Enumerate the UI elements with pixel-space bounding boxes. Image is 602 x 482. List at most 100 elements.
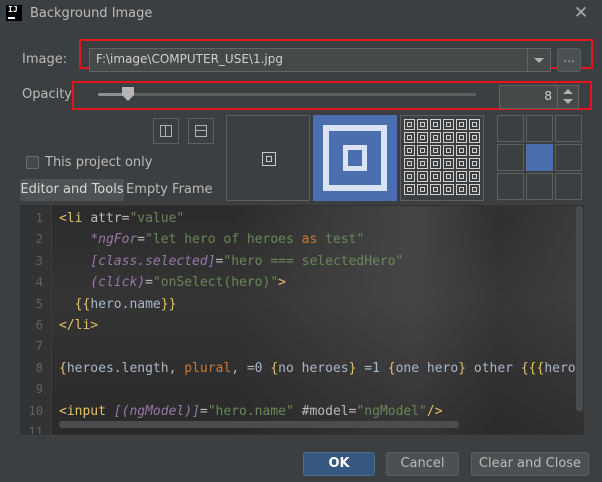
clear-and-close-button[interactable]: Clear and Close	[471, 452, 589, 476]
code-line: 6 </li>	[21, 315, 583, 336]
line-number: 1	[35, 211, 43, 225]
tile-cell	[469, 158, 480, 169]
horizontal-scrollbar[interactable]	[59, 421, 459, 428]
flip-horizontal-button[interactable]	[153, 118, 179, 144]
code-preview: 1 <li attr="value" 2 *ngFor="let hero of h…	[20, 205, 584, 435]
line-number: 8	[35, 360, 43, 375]
tile-cell	[456, 145, 467, 156]
anchor-cell[interactable]	[497, 144, 524, 171]
tab-empty-frame[interactable]: Empty Frame	[126, 182, 213, 197]
this-project-only-label[interactable]: This project only	[45, 155, 152, 170]
code-line: 3 [class.selected]="hero === selectedHer…	[21, 251, 583, 272]
anchor-cell[interactable]	[497, 115, 524, 142]
image-label: Image:	[22, 52, 68, 67]
code-line: 5 {{hero.name}}	[21, 294, 583, 315]
tile-cell	[404, 132, 415, 143]
tile-cell	[430, 171, 441, 182]
code-line: 8 {heroes.length, plural, =0 {no heroes} …	[21, 358, 583, 379]
vertical-scrollbar[interactable]	[576, 206, 583, 411]
center-image-icon	[262, 152, 276, 166]
tile-cell	[430, 132, 441, 143]
tile-cell	[456, 158, 467, 169]
tile-cell	[430, 145, 441, 156]
code-text: </li>	[59, 318, 99, 333]
this-project-only-checkbox[interactable]	[26, 156, 39, 169]
chevron-down-icon[interactable]	[563, 99, 573, 104]
anchor-cell[interactable]	[526, 173, 553, 200]
anchor-position-grid	[497, 115, 583, 201]
tile-cell	[417, 184, 428, 195]
anchor-cell[interactable]	[555, 173, 582, 200]
tile-cell	[469, 132, 480, 143]
fill-mode-scale[interactable]	[313, 115, 397, 201]
line-number: 11	[28, 425, 43, 435]
anchor-cell[interactable]	[497, 173, 524, 200]
line-number: 3	[35, 253, 43, 268]
tile-cell	[430, 119, 441, 130]
title-bar: IJ Background Image ✕	[0, 0, 602, 28]
code-text: {{hero.name}}	[74, 296, 177, 312]
tile-image-icon	[401, 116, 483, 200]
image-path-value: F:\image\COMPUTER_USE\1.jpg	[96, 52, 283, 66]
code-text: (click)="onSelect(hero)">	[90, 275, 286, 291]
tile-cell	[404, 119, 415, 130]
code-line: 1 <li attr="value"	[21, 208, 583, 229]
opacity-slider-thumb[interactable]	[122, 87, 134, 101]
tile-cell	[417, 171, 428, 182]
code-line: 4 (click)="onSelect(hero)">	[21, 272, 583, 293]
chevron-up-icon[interactable]	[563, 89, 573, 94]
line-number: 9	[35, 382, 43, 397]
anchor-cell[interactable]	[526, 115, 553, 142]
fill-mode-center[interactable]	[226, 115, 310, 201]
tile-cell	[456, 184, 467, 195]
cancel-button[interactable]: Cancel	[386, 452, 459, 476]
tile-cell	[430, 184, 441, 195]
image-path-combobox[interactable]: F:\image\COMPUTER_USE\1.jpg	[89, 48, 551, 72]
code-text: [class.selected]="hero === selectedHero"	[90, 253, 404, 269]
dialog-title: Background Image	[30, 6, 153, 21]
tile-cell	[443, 145, 454, 156]
spinner-arrows[interactable]	[557, 86, 578, 108]
tile-cell	[404, 184, 415, 195]
code-line: 7	[21, 336, 583, 357]
line-number: 5	[35, 296, 43, 311]
opacity-spinner[interactable]: 8	[499, 85, 579, 109]
tile-cell	[443, 171, 454, 182]
code-line: 2 *ngFor="let hero of heroes as test"	[21, 229, 583, 250]
scale-image-icon	[323, 125, 387, 191]
tile-cell	[456, 119, 467, 130]
anchor-cell[interactable]	[555, 115, 582, 142]
line-number: 7	[35, 339, 43, 354]
anchor-cell[interactable]	[555, 144, 582, 171]
close-icon[interactable]: ✕	[572, 4, 590, 22]
tile-cell	[443, 158, 454, 169]
tile-cell	[456, 132, 467, 143]
opacity-value: 8	[544, 89, 552, 103]
code-text: *ngFor="let hero of heroes as test"	[90, 232, 365, 248]
browse-button[interactable]: ...	[557, 48, 581, 72]
tile-cell	[469, 171, 480, 182]
tile-cell	[443, 132, 454, 143]
opacity-slider-track[interactable]	[98, 93, 476, 96]
tab-editor-and-tools[interactable]: Editor and Tools	[20, 179, 124, 201]
intellij-logo-icon: IJ	[6, 5, 22, 21]
flip-vertical-button[interactable]	[188, 118, 214, 144]
code-text: <li attr="value"	[59, 211, 185, 226]
line-number: 6	[35, 318, 43, 332]
tile-cell	[404, 158, 415, 169]
tile-cell	[469, 119, 480, 130]
tile-cell	[430, 158, 441, 169]
tile-cell	[404, 171, 415, 182]
anchor-cell[interactable]	[526, 144, 553, 171]
tile-cell	[404, 145, 415, 156]
line-number: 4	[35, 275, 43, 290]
opacity-label: Opacity:	[22, 87, 76, 102]
ok-button[interactable]: OK	[303, 452, 375, 476]
fill-mode-tile[interactable]	[400, 115, 484, 201]
code-line: 10 <input [(ngModel)]="hero.name" #model=…	[21, 401, 583, 422]
code-line: 9	[21, 379, 583, 400]
tile-cell	[469, 145, 480, 156]
tile-cell	[417, 119, 428, 130]
dropdown-arrow-icon[interactable]	[527, 49, 550, 71]
tile-cell	[469, 184, 480, 195]
